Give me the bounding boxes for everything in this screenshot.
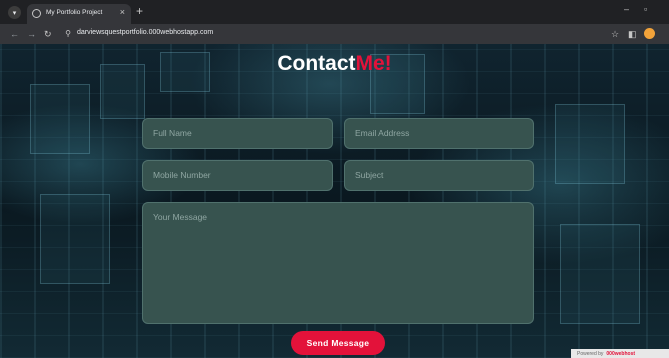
email-field[interactable]: Email Address	[344, 118, 534, 149]
browser-tab-bar: ▾ My Portfolio Project × + – ▫	[0, 0, 669, 24]
close-tab-icon[interactable]: ×	[120, 7, 125, 17]
browser-tab[interactable]: My Portfolio Project ×	[27, 4, 131, 24]
back-icon[interactable]: ←	[10, 27, 19, 41]
bookmark-star-icon[interactable]: ☆	[611, 27, 619, 41]
background-panel	[560, 224, 640, 324]
profile-avatar[interactable]	[644, 28, 655, 39]
page-title-accent: Me!	[355, 52, 392, 75]
page-title-main: Contact	[277, 52, 356, 75]
address-bar[interactable]: darviewsquestportfolio.000webhostapp.com	[77, 29, 213, 36]
mobile-number-field[interactable]: Mobile Number	[142, 160, 333, 191]
page-viewport: ContactMe! Full Name Email Address Mobil…	[0, 44, 669, 358]
minimize-icon[interactable]: –	[624, 4, 629, 14]
background-panel	[30, 84, 90, 154]
browser-toolbar: ← → ↻ ⚲ darviewsquestportfolio.000webhos…	[0, 24, 669, 44]
favicon-icon	[32, 9, 41, 18]
site-info-icon[interactable]: ⚲	[62, 28, 74, 40]
background-panel	[555, 104, 625, 184]
full-name-field[interactable]: Full Name	[142, 118, 333, 149]
message-textarea[interactable]: Your Message	[142, 202, 534, 324]
send-message-button[interactable]: Send Message	[291, 331, 385, 355]
reload-icon[interactable]: ↻	[44, 27, 52, 41]
sidepanel-icon[interactable]: ◧	[628, 27, 637, 41]
subject-field[interactable]: Subject	[344, 160, 534, 191]
maximize-icon[interactable]: ▫	[644, 4, 647, 14]
tab-title: My Portfolio Project	[46, 9, 103, 16]
new-tab-icon[interactable]: +	[136, 5, 143, 17]
page-title: ContactMe!	[0, 52, 669, 76]
tab-search-icon[interactable]: ▾	[8, 6, 21, 19]
hosting-badge-brand: 000webhost	[606, 350, 636, 357]
forward-icon[interactable]: →	[27, 27, 36, 41]
hosting-badge-prefix: Powered by	[577, 350, 604, 357]
hosting-badge[interactable]: Powered by 000webhost	[571, 349, 669, 358]
background-panel	[40, 194, 110, 284]
